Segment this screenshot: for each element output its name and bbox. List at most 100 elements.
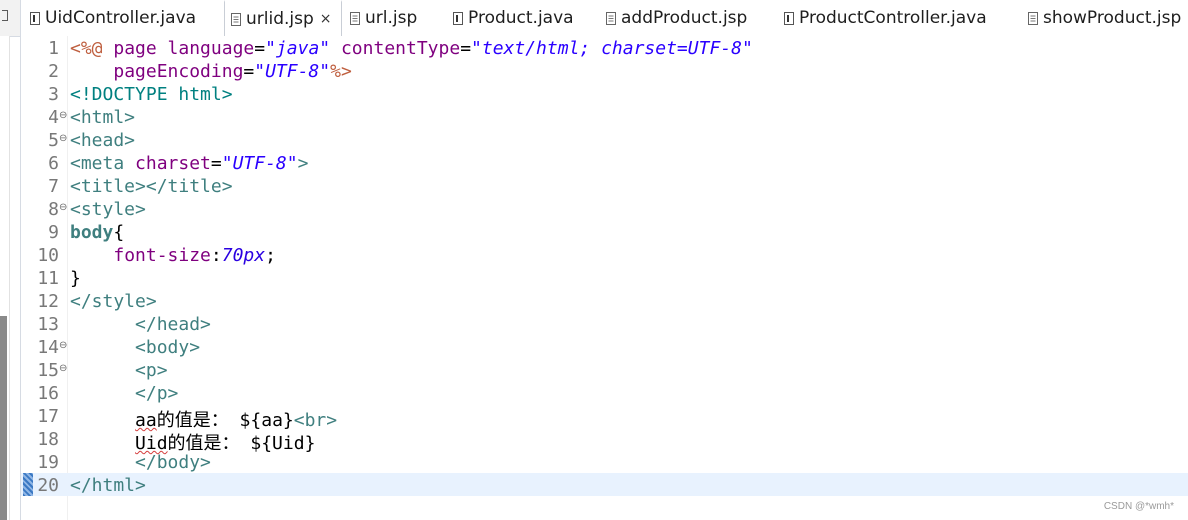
close-icon[interactable]: × <box>320 11 332 27</box>
line-number: 4 <box>48 107 59 128</box>
code-token: font-size <box>113 245 211 266</box>
tab-addproduct-jsp[interactable]: addProduct.jsp <box>600 0 776 36</box>
line-number: 8 <box>48 199 59 220</box>
code-token: contentType <box>340 38 461 59</box>
code-token: pageEncoding <box>113 61 244 82</box>
line-number: 14 <box>37 337 59 358</box>
tab-label: showProduct.jsp <box>1043 8 1182 28</box>
code-token: "text/html; charset=UTF-8" <box>471 38 753 59</box>
code-token: <head> <box>70 130 136 151</box>
tab-label: urlid.jsp <box>246 9 314 29</box>
code-token: <meta <box>70 153 136 174</box>
code-line[interactable]: 9 body{ <box>21 220 1188 243</box>
jsp-file-icon <box>1028 11 1038 25</box>
panel-stub[interactable] <box>0 0 21 36</box>
code-line[interactable]: 2 pageEncoding="UTF-8"%> <box>21 59 1188 82</box>
code-token: = <box>243 61 255 82</box>
code-token: <style> <box>70 199 146 220</box>
java-file-icon <box>784 11 794 25</box>
code-token: : <box>210 245 222 266</box>
editor-tab-bar: UidController.java urlid.jsp × url.jsp Produ… <box>0 0 1188 37</box>
code-token: ; <box>265 245 276 266</box>
line-number: 5 <box>48 130 59 151</box>
code-line[interactable]: 5 ⊖ <head> <box>21 128 1188 151</box>
code-line[interactable]: 18 Uid的值是： ${Uid} <box>21 427 1188 454</box>
line-number: 16 <box>37 383 59 404</box>
tab-uidcontroller-java[interactable]: UidController.java <box>24 0 222 36</box>
tab-urlid-jsp[interactable]: urlid.jsp × <box>224 0 342 36</box>
code-token: <body> <box>135 337 201 358</box>
code-token: <%@ <box>70 38 114 59</box>
code-line[interactable]: 17 aa的值是： ${aa}<br> <box>21 404 1188 431</box>
tab-label: url.jsp <box>365 8 418 28</box>
code-token: <p> <box>135 360 168 381</box>
code-line[interactable]: 10 font-size:70px; <box>21 243 1188 266</box>
code-line[interactable]: 1 <%@ page language="java" contentType="t… <box>21 36 1188 59</box>
tab-label: Product.java <box>468 8 574 28</box>
jsp-file-icon <box>231 12 241 26</box>
tab-label: ProductController.java <box>799 8 987 28</box>
code-token: "UTF-8" <box>254 61 331 82</box>
fold-toggle-icon[interactable]: ⊖ <box>59 340 67 351</box>
tab-showproduct-jsp[interactable]: showProduct.jsp <box>1022 0 1188 36</box>
code-line[interactable]: 14 ⊖ <body> <box>21 335 1188 358</box>
code-text: <head> <box>70 130 135 151</box>
code-token: "UTF-8" <box>221 153 298 174</box>
code-line[interactable]: 4 ⊖ <html> <box>21 105 1188 128</box>
left-panel-scrollbar[interactable] <box>0 316 7 520</box>
tab-url-jsp[interactable]: url.jsp <box>344 0 444 36</box>
code-text: </html> <box>70 475 146 496</box>
code-token: = <box>460 38 472 59</box>
fold-toggle-icon[interactable]: ⊖ <box>59 202 67 213</box>
fold-toggle-icon[interactable]: ⊖ <box>59 363 67 374</box>
code-line[interactable]: 8 ⊖ <style> <box>21 197 1188 220</box>
code-text: </p> <box>70 383 178 404</box>
tab-label: UidController.java <box>45 8 197 28</box>
code-line[interactable]: 13 </head> <box>21 312 1188 335</box>
code-text: <meta charset="UTF-8"> <box>70 153 308 174</box>
code-text: body{ <box>70 222 124 243</box>
line-number: 13 <box>37 314 59 335</box>
code-token: </style> <box>70 291 157 312</box>
fold-toggle-icon[interactable]: ⊖ <box>59 110 67 121</box>
line-number: 1 <box>48 38 59 59</box>
code-editor[interactable]: 1 <%@ page language="java" contentType="t… <box>20 36 1188 520</box>
watermark: CSDN @*wmh* <box>1103 501 1174 512</box>
java-file-icon <box>30 11 40 25</box>
code-line[interactable]: 6 <meta charset="UTF-8"> <box>21 151 1188 174</box>
code-line[interactable]: 12 </style> <box>21 289 1188 312</box>
tab-productcontroller-java[interactable]: ProductController.java <box>778 0 1020 36</box>
tab-label: addProduct.jsp <box>621 8 748 28</box>
code-text: <html> <box>70 107 135 128</box>
code-token: { <box>113 222 125 243</box>
line-number: 9 <box>48 222 59 243</box>
code-text: pageEncoding="UTF-8"%> <box>70 61 352 82</box>
code-text: <p> <box>70 360 168 381</box>
code-line[interactable]: 20 </html> <box>21 473 1188 496</box>
panel-toggle-icon[interactable] <box>2 10 8 21</box>
code-line[interactable]: 19 </body> <box>21 450 1188 473</box>
code-line[interactable]: 15 ⊖ <p> <box>21 358 1188 381</box>
code-line[interactable]: 11} <box>21 266 1188 289</box>
line-number: 17 <box>37 406 59 427</box>
code-text: <title></title> <box>70 176 233 197</box>
code-text: <%@ page language="java" contentType="te… <box>70 38 753 59</box>
code-token: %> <box>330 61 352 82</box>
code-text: </body> <box>70 452 211 473</box>
code-line[interactable]: 3 <!DOCTYPE html> <box>21 82 1188 105</box>
code-text: font-size:70px; <box>70 245 276 266</box>
code-line[interactable]: 7 <title></title> <box>21 174 1188 197</box>
line-number: 11 <box>37 268 59 289</box>
line-number: 2 <box>48 61 59 82</box>
line-number: 7 <box>48 176 59 197</box>
jsp-file-icon <box>350 11 360 25</box>
tab-product-java[interactable]: Product.java <box>447 0 597 36</box>
line-number: 15 <box>37 360 59 381</box>
fold-toggle-icon[interactable]: ⊖ <box>59 133 67 144</box>
code-line[interactable]: 16 </p> <box>21 381 1188 404</box>
jsp-file-icon <box>606 11 616 25</box>
